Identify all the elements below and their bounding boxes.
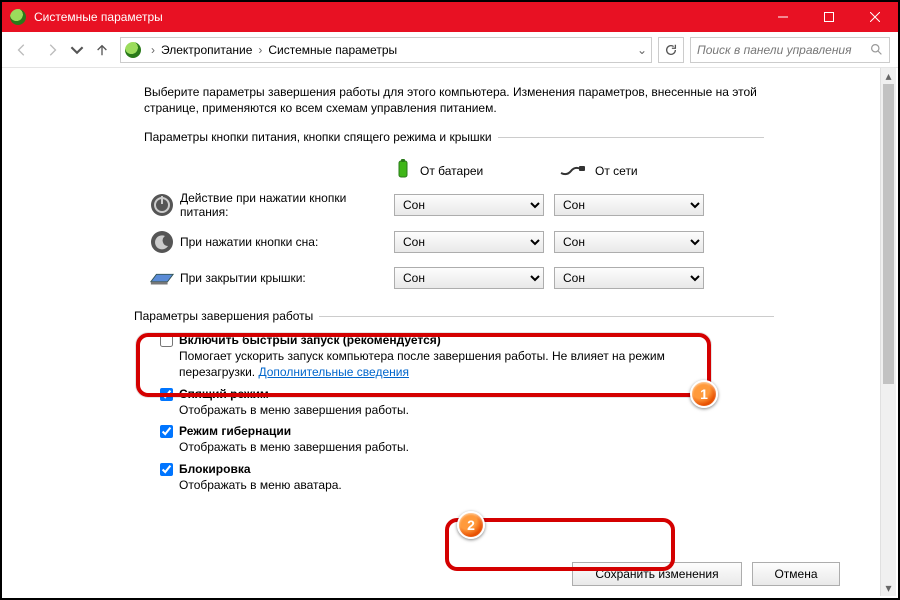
footer-buttons: Сохранить изменения Отмена <box>4 562 880 586</box>
back-button[interactable] <box>10 38 34 62</box>
search-icon <box>870 43 883 56</box>
sleep-desc: Отображать в меню завершения работы. <box>179 403 699 419</box>
option-sleep: Спящий режим Отображать в меню завершени… <box>160 387 774 419</box>
up-button[interactable] <box>90 38 114 62</box>
option-lock: Блокировка Отображать в меню аватара. <box>160 462 774 494</box>
lock-title: Блокировка <box>179 462 251 476</box>
hibernate-desc: Отображать в меню завершения работы. <box>179 440 699 456</box>
scroll-up-icon[interactable]: ▴ <box>881 68 896 84</box>
forward-button[interactable] <box>40 38 64 62</box>
window-title: Системные параметры <box>34 10 163 24</box>
fast-startup-checkbox[interactable] <box>160 334 173 347</box>
ac-plug-icon <box>559 161 587 180</box>
power-button-battery-select[interactable]: Сон <box>394 194 544 216</box>
battery-icon <box>394 158 412 183</box>
col-battery-label: От батареи <box>420 164 483 178</box>
sleep-title: Спящий режим <box>179 387 269 401</box>
intro-text: Выберите параметры завершения работы для… <box>144 84 764 116</box>
sleep-button-icon <box>144 229 180 255</box>
lid-battery-select[interactable]: Сон <box>394 267 544 289</box>
breadcrumb-dropdown-icon[interactable]: ⌄ <box>637 43 647 57</box>
hibernate-checkbox[interactable] <box>160 425 173 438</box>
lid-icon <box>144 265 180 291</box>
breadcrumb-level2[interactable]: Системные параметры <box>268 43 397 57</box>
close-button[interactable] <box>852 2 898 32</box>
lock-checkbox[interactable] <box>160 463 173 476</box>
col-ac-label: От сети <box>595 164 638 178</box>
power-button-icon <box>144 192 180 218</box>
option-hibernate: Режим гибернации Отображать в меню завер… <box>160 424 774 456</box>
fast-startup-desc: Помогает ускорить запуск компьютера посл… <box>179 349 699 380</box>
save-button[interactable]: Сохранить изменения <box>572 562 742 586</box>
lock-desc: Отображать в меню аватара. <box>179 478 699 494</box>
row-sleep-button-label: При нажатии кнопки сна: <box>180 235 394 249</box>
power-button-ac-select[interactable]: Сон <box>554 194 704 216</box>
chevron-right-icon: › <box>254 43 266 57</box>
search-placeholder: Поиск в панели управления <box>697 43 852 57</box>
content-area: Выберите параметры завершения работы для… <box>4 70 880 596</box>
option-fast-startup: Включить быстрый запуск (рекомендуется) … <box>160 333 774 380</box>
row-power-button: Действие при нажатии кнопки питания: Сон… <box>144 191 764 219</box>
sleep-checkbox[interactable] <box>160 388 173 401</box>
titlebar: Системные параметры <box>2 2 898 32</box>
nav-bar: › Электропитание › Системные параметры ⌄… <box>2 32 898 68</box>
power-buttons-legend: Параметры кнопки питания, кнопки спящего… <box>144 130 498 144</box>
hibernate-title: Режим гибернации <box>179 424 291 438</box>
lid-ac-select[interactable]: Сон <box>554 267 704 289</box>
breadcrumb-icon <box>125 42 141 58</box>
shutdown-settings-section: Параметры завершения работы Включить быс… <box>134 309 774 499</box>
minimize-button[interactable] <box>760 2 806 32</box>
column-headers: От батареи От сети <box>144 158 764 183</box>
scroll-down-icon[interactable]: ▾ <box>881 580 896 596</box>
sleep-button-battery-select[interactable]: Сон <box>394 231 544 253</box>
row-power-button-label: Действие при нажатии кнопки питания: <box>180 191 394 219</box>
search-input[interactable]: Поиск в панели управления <box>690 37 890 63</box>
vertical-scrollbar[interactable]: ▴ ▾ <box>880 68 896 596</box>
chevron-right-icon: › <box>147 43 159 57</box>
scrollbar-thumb[interactable] <box>883 84 894 384</box>
recent-locations-button[interactable] <box>70 38 84 62</box>
row-lid-label: При закрытии крышки: <box>180 271 394 285</box>
row-lid-close: При закрытии крышки: Сон Сон <box>144 265 764 291</box>
app-icon <box>10 9 26 25</box>
shutdown-settings-legend: Параметры завершения работы <box>134 309 319 323</box>
more-info-link[interactable]: Дополнительные сведения <box>258 365 408 379</box>
breadcrumb[interactable]: › Электропитание › Системные параметры ⌄ <box>120 37 652 63</box>
fast-startup-title: Включить быстрый запуск (рекомендуется) <box>179 333 441 347</box>
window-frame: Системные параметры › Электропитание <box>0 0 900 600</box>
power-buttons-section: Параметры кнопки питания, кнопки спящего… <box>144 130 764 301</box>
row-sleep-button: При нажатии кнопки сна: Сон Сон <box>144 229 764 255</box>
refresh-button[interactable] <box>658 37 684 63</box>
cancel-button[interactable]: Отмена <box>752 562 840 586</box>
maximize-button[interactable] <box>806 2 852 32</box>
breadcrumb-level1[interactable]: Электропитание <box>161 43 252 57</box>
sleep-button-ac-select[interactable]: Сон <box>554 231 704 253</box>
